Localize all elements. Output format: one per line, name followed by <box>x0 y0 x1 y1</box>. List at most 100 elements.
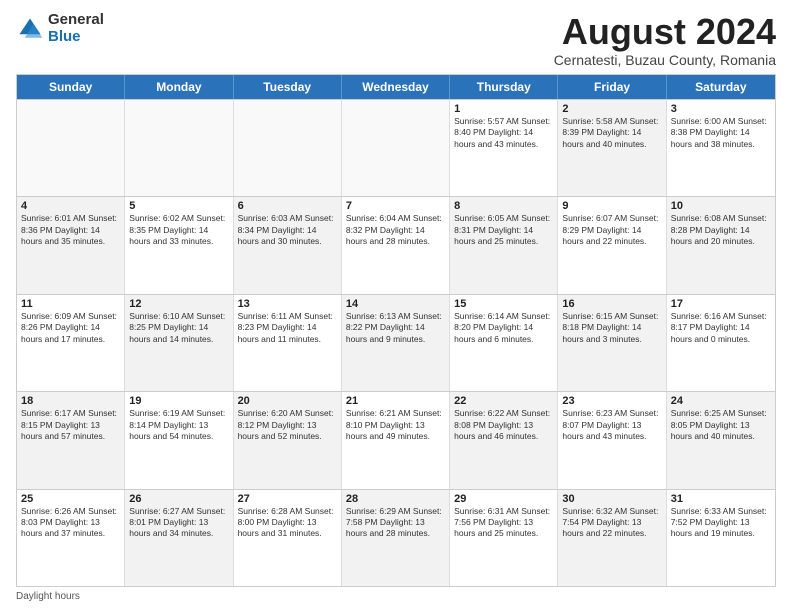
calendar-cell: 10Sunrise: 6:08 AM Sunset: 8:28 PM Dayli… <box>667 197 775 293</box>
logo: General Blue <box>16 12 104 45</box>
day-info: Sunrise: 6:33 AM Sunset: 7:52 PM Dayligh… <box>671 506 771 540</box>
day-info: Sunrise: 6:09 AM Sunset: 8:26 PM Dayligh… <box>21 311 120 345</box>
calendar-header-cell: Monday <box>125 75 233 99</box>
calendar: SundayMondayTuesdayWednesdayThursdayFrid… <box>16 74 776 587</box>
calendar-cell: 19Sunrise: 6:19 AM Sunset: 8:14 PM Dayli… <box>125 392 233 488</box>
calendar-cell: 8Sunrise: 6:05 AM Sunset: 8:31 PM Daylig… <box>450 197 558 293</box>
day-info: Sunrise: 6:13 AM Sunset: 8:22 PM Dayligh… <box>346 311 445 345</box>
day-info: Sunrise: 6:08 AM Sunset: 8:28 PM Dayligh… <box>671 213 771 247</box>
calendar-week: 1Sunrise: 5:57 AM Sunset: 8:40 PM Daylig… <box>17 99 775 196</box>
day-info: Sunrise: 6:32 AM Sunset: 7:54 PM Dayligh… <box>562 506 661 540</box>
day-number: 15 <box>454 298 553 310</box>
logo-icon <box>16 15 44 43</box>
calendar-week: 4Sunrise: 6:01 AM Sunset: 8:36 PM Daylig… <box>17 196 775 293</box>
day-number: 21 <box>346 395 445 407</box>
day-number: 31 <box>671 493 771 505</box>
day-number: 26 <box>129 493 228 505</box>
calendar-week: 18Sunrise: 6:17 AM Sunset: 8:15 PM Dayli… <box>17 391 775 488</box>
header: General Blue August 2024 Cernatesti, Buz… <box>16 12 776 68</box>
day-number: 30 <box>562 493 661 505</box>
day-number: 4 <box>21 200 120 212</box>
subtitle: Cernatesti, Buzau County, Romania <box>554 52 776 68</box>
calendar-header-cell: Wednesday <box>342 75 450 99</box>
day-number: 2 <box>562 103 661 115</box>
day-info: Sunrise: 6:14 AM Sunset: 8:20 PM Dayligh… <box>454 311 553 345</box>
calendar-cell: 24Sunrise: 6:25 AM Sunset: 8:05 PM Dayli… <box>667 392 775 488</box>
day-info: Sunrise: 6:07 AM Sunset: 8:29 PM Dayligh… <box>562 213 661 247</box>
day-info: Sunrise: 6:05 AM Sunset: 8:31 PM Dayligh… <box>454 213 553 247</box>
day-number: 16 <box>562 298 661 310</box>
calendar-cell: 15Sunrise: 6:14 AM Sunset: 8:20 PM Dayli… <box>450 295 558 391</box>
calendar-cell: 17Sunrise: 6:16 AM Sunset: 8:17 PM Dayli… <box>667 295 775 391</box>
day-info: Sunrise: 6:27 AM Sunset: 8:01 PM Dayligh… <box>129 506 228 540</box>
day-number: 3 <box>671 103 771 115</box>
calendar-cell: 7Sunrise: 6:04 AM Sunset: 8:32 PM Daylig… <box>342 197 450 293</box>
day-info: Sunrise: 6:29 AM Sunset: 7:58 PM Dayligh… <box>346 506 445 540</box>
calendar-cell: 2Sunrise: 5:58 AM Sunset: 8:39 PM Daylig… <box>558 100 666 196</box>
day-number: 28 <box>346 493 445 505</box>
calendar-cell <box>234 100 342 196</box>
day-info: Sunrise: 6:23 AM Sunset: 8:07 PM Dayligh… <box>562 408 661 442</box>
day-info: Sunrise: 6:22 AM Sunset: 8:08 PM Dayligh… <box>454 408 553 442</box>
day-number: 20 <box>238 395 337 407</box>
day-info: Sunrise: 6:21 AM Sunset: 8:10 PM Dayligh… <box>346 408 445 442</box>
calendar-header-cell: Thursday <box>450 75 558 99</box>
day-number: 11 <box>21 298 120 310</box>
day-number: 6 <box>238 200 337 212</box>
calendar-cell: 6Sunrise: 6:03 AM Sunset: 8:34 PM Daylig… <box>234 197 342 293</box>
day-info: Sunrise: 6:19 AM Sunset: 8:14 PM Dayligh… <box>129 408 228 442</box>
day-info: Sunrise: 6:28 AM Sunset: 8:00 PM Dayligh… <box>238 506 337 540</box>
day-info: Sunrise: 6:02 AM Sunset: 8:35 PM Dayligh… <box>129 213 228 247</box>
logo-text: General Blue <box>48 12 104 45</box>
calendar-header-cell: Friday <box>558 75 666 99</box>
calendar-cell: 14Sunrise: 6:13 AM Sunset: 8:22 PM Dayli… <box>342 295 450 391</box>
logo-blue-text: Blue <box>48 29 104 46</box>
day-info: Sunrise: 5:57 AM Sunset: 8:40 PM Dayligh… <box>454 116 553 150</box>
calendar-week: 11Sunrise: 6:09 AM Sunset: 8:26 PM Dayli… <box>17 294 775 391</box>
calendar-cell <box>342 100 450 196</box>
day-number: 14 <box>346 298 445 310</box>
calendar-header-cell: Saturday <box>667 75 775 99</box>
calendar-body: 1Sunrise: 5:57 AM Sunset: 8:40 PM Daylig… <box>17 99 775 586</box>
calendar-cell: 25Sunrise: 6:26 AM Sunset: 8:03 PM Dayli… <box>17 490 125 586</box>
calendar-cell: 18Sunrise: 6:17 AM Sunset: 8:15 PM Dayli… <box>17 392 125 488</box>
day-number: 27 <box>238 493 337 505</box>
day-number: 5 <box>129 200 228 212</box>
day-info: Sunrise: 6:26 AM Sunset: 8:03 PM Dayligh… <box>21 506 120 540</box>
day-info: Sunrise: 5:58 AM Sunset: 8:39 PM Dayligh… <box>562 116 661 150</box>
day-number: 25 <box>21 493 120 505</box>
calendar-cell: 3Sunrise: 6:00 AM Sunset: 8:38 PM Daylig… <box>667 100 775 196</box>
day-number: 1 <box>454 103 553 115</box>
calendar-cell: 29Sunrise: 6:31 AM Sunset: 7:56 PM Dayli… <box>450 490 558 586</box>
calendar-cell: 5Sunrise: 6:02 AM Sunset: 8:35 PM Daylig… <box>125 197 233 293</box>
day-number: 17 <box>671 298 771 310</box>
calendar-cell: 20Sunrise: 6:20 AM Sunset: 8:12 PM Dayli… <box>234 392 342 488</box>
calendar-cell: 13Sunrise: 6:11 AM Sunset: 8:23 PM Dayli… <box>234 295 342 391</box>
day-number: 12 <box>129 298 228 310</box>
day-info: Sunrise: 6:03 AM Sunset: 8:34 PM Dayligh… <box>238 213 337 247</box>
calendar-cell: 28Sunrise: 6:29 AM Sunset: 7:58 PM Dayli… <box>342 490 450 586</box>
calendar-cell: 11Sunrise: 6:09 AM Sunset: 8:26 PM Dayli… <box>17 295 125 391</box>
day-info: Sunrise: 6:01 AM Sunset: 8:36 PM Dayligh… <box>21 213 120 247</box>
day-info: Sunrise: 6:16 AM Sunset: 8:17 PM Dayligh… <box>671 311 771 345</box>
calendar-cell: 1Sunrise: 5:57 AM Sunset: 8:40 PM Daylig… <box>450 100 558 196</box>
calendar-cell: 31Sunrise: 6:33 AM Sunset: 7:52 PM Dayli… <box>667 490 775 586</box>
calendar-cell: 9Sunrise: 6:07 AM Sunset: 8:29 PM Daylig… <box>558 197 666 293</box>
day-number: 19 <box>129 395 228 407</box>
calendar-cell: 30Sunrise: 6:32 AM Sunset: 7:54 PM Dayli… <box>558 490 666 586</box>
day-number: 18 <box>21 395 120 407</box>
calendar-cell: 27Sunrise: 6:28 AM Sunset: 8:00 PM Dayli… <box>234 490 342 586</box>
day-number: 7 <box>346 200 445 212</box>
calendar-cell: 23Sunrise: 6:23 AM Sunset: 8:07 PM Dayli… <box>558 392 666 488</box>
footer: Daylight hours <box>16 591 776 602</box>
day-info: Sunrise: 6:11 AM Sunset: 8:23 PM Dayligh… <box>238 311 337 345</box>
day-info: Sunrise: 6:10 AM Sunset: 8:25 PM Dayligh… <box>129 311 228 345</box>
day-number: 24 <box>671 395 771 407</box>
calendar-cell <box>17 100 125 196</box>
day-number: 13 <box>238 298 337 310</box>
calendar-cell: 16Sunrise: 6:15 AM Sunset: 8:18 PM Dayli… <box>558 295 666 391</box>
calendar-cell: 26Sunrise: 6:27 AM Sunset: 8:01 PM Dayli… <box>125 490 233 586</box>
calendar-cell: 4Sunrise: 6:01 AM Sunset: 8:36 PM Daylig… <box>17 197 125 293</box>
day-number: 29 <box>454 493 553 505</box>
day-info: Sunrise: 6:15 AM Sunset: 8:18 PM Dayligh… <box>562 311 661 345</box>
